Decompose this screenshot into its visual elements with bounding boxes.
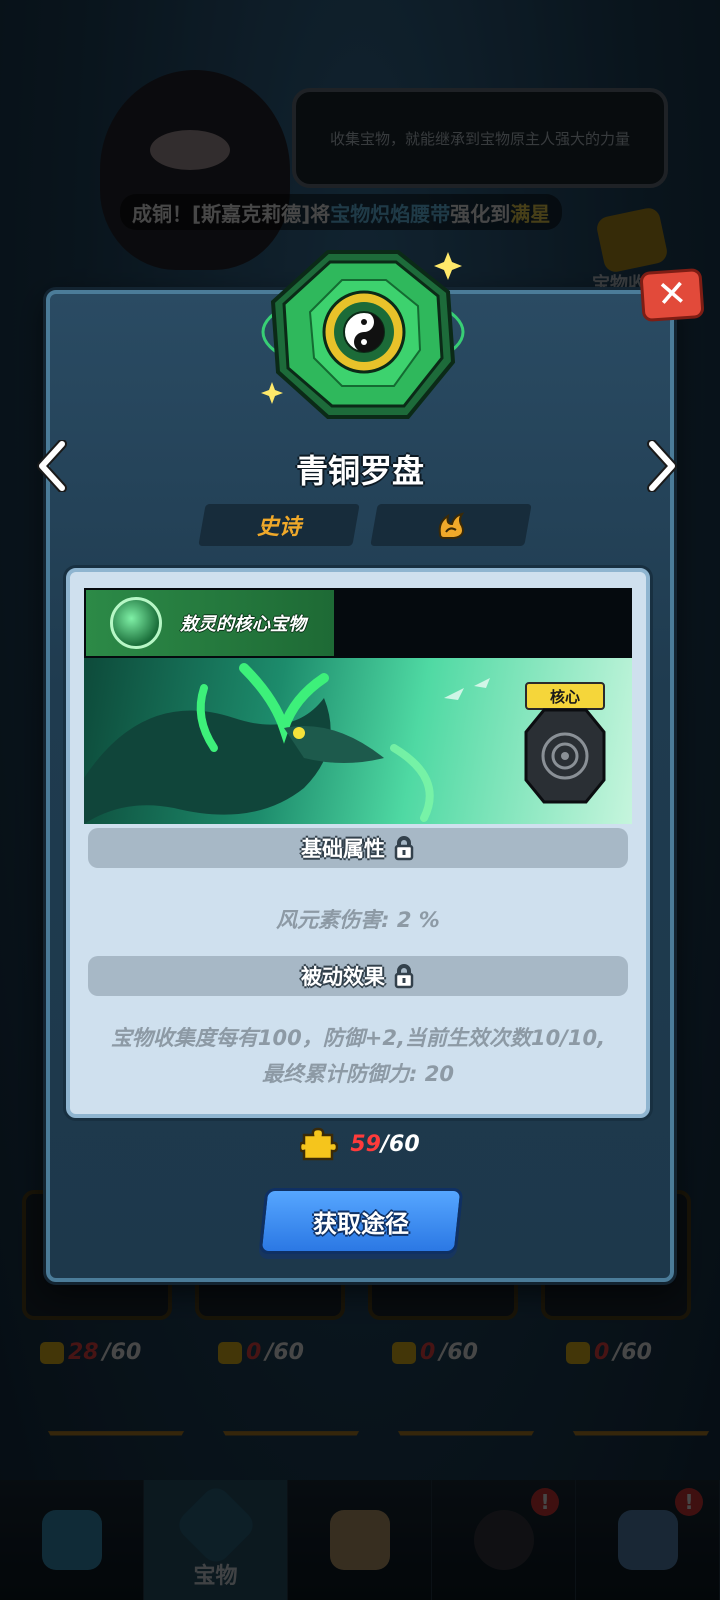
owner-label: 敖灵的核心宝物 bbox=[180, 614, 306, 635]
rarity-label: 史诗 bbox=[256, 515, 301, 540]
shard-count: 59/60 bbox=[350, 1132, 419, 1157]
passive-effect-header: 被动效果 bbox=[88, 956, 628, 996]
shard-total: /60 bbox=[380, 1131, 420, 1157]
rarity-tag: 史诗 bbox=[198, 504, 360, 546]
passive-effect-label: 被动效果 bbox=[301, 965, 385, 989]
close-icon: ✕ bbox=[655, 272, 689, 317]
dragon-avatar-icon bbox=[110, 597, 162, 649]
shard-current: 59 bbox=[350, 1131, 381, 1157]
base-attributes-header: 基础属性 bbox=[88, 828, 628, 868]
element-tag bbox=[370, 504, 532, 546]
owner-tab: 敖灵的核心宝物 bbox=[86, 590, 334, 656]
core-slot-icon bbox=[524, 708, 606, 804]
item-title: 青铜罗盘 bbox=[295, 452, 424, 490]
close-button[interactable]: ✕ bbox=[639, 267, 705, 323]
bronze-compass-icon bbox=[261, 250, 465, 419]
lock-icon bbox=[394, 836, 414, 861]
game-screen: 收集宝物，就能继承到宝物原主人强大的力量 成铜！[斯嘉克莉德]将 宝物炽焰腰带 强化… bbox=[0, 0, 720, 1600]
obtain-source-button[interactable]: 获取途径 bbox=[258, 1188, 464, 1254]
passive-line: 宝物收集度每有100，防御+2,当前生效次数10/10, bbox=[110, 1026, 606, 1050]
passive-description: 宝物收集度每有100，防御+2,当前生效次数10/10, 最终累计防御力: 20 bbox=[88, 1020, 628, 1092]
obtain-source-label: 获取途径 bbox=[313, 1209, 409, 1238]
shard-progress: 59/60 bbox=[0, 1124, 720, 1164]
wind-element-icon bbox=[438, 512, 465, 539]
base-stat: 风元素伤害: 2 % bbox=[276, 908, 440, 932]
base-attributes-label: 基础属性 bbox=[301, 837, 385, 861]
passive-line: 最终累计防御力: 20 bbox=[262, 1062, 454, 1086]
lock-icon bbox=[394, 964, 414, 989]
core-badge: 核心 bbox=[525, 682, 605, 710]
puzzle-piece-icon bbox=[300, 1127, 339, 1161]
